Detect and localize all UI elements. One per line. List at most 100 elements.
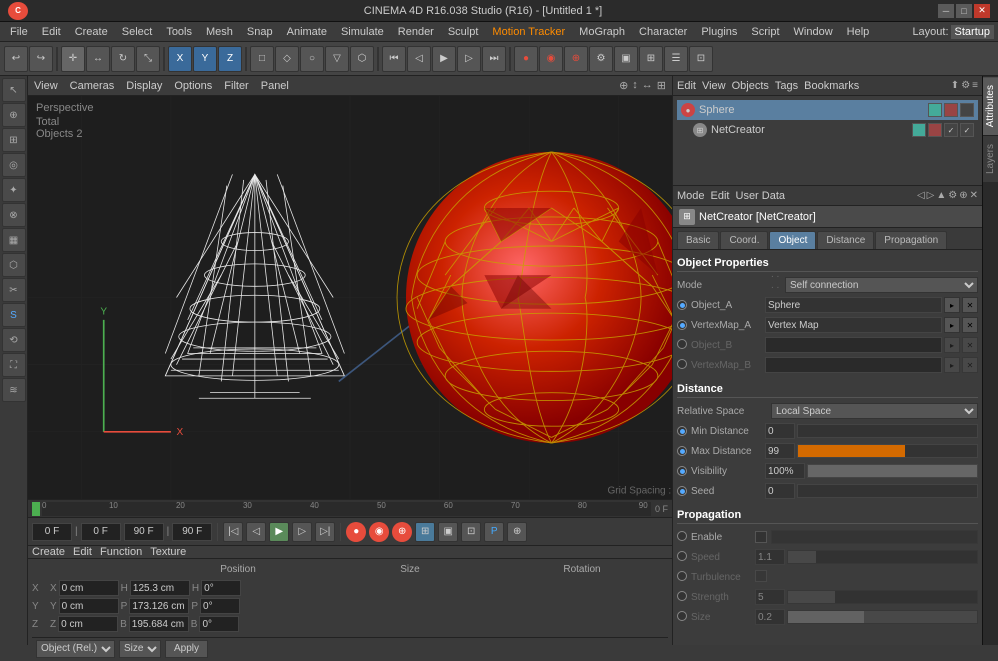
vertexmapa-clear-button[interactable]: ✕ xyxy=(962,317,978,333)
menu-select[interactable]: Select xyxy=(116,24,159,40)
attr-icon-3[interactable]: ▲ xyxy=(936,190,946,201)
play-end-button[interactable]: ⏭ xyxy=(482,46,506,72)
attr-icon-2[interactable]: ▷ xyxy=(927,190,935,201)
viewport-menu-display[interactable]: Display xyxy=(126,80,162,92)
ob-function[interactable]: Function xyxy=(100,546,142,558)
size-input[interactable] xyxy=(755,609,785,625)
pb-go-end[interactable]: ▷| xyxy=(315,522,335,542)
viewport-menu-panel[interactable]: Panel xyxy=(261,80,289,92)
menu-snap[interactable]: Snap xyxy=(241,24,279,40)
viewport-menu-options[interactable]: Options xyxy=(174,80,212,92)
current-frame-input[interactable] xyxy=(32,523,72,541)
objectb-pick-button[interactable]: ▸ xyxy=(944,337,960,353)
coord-mode-select[interactable]: Object (Rel.) xyxy=(36,640,115,658)
radio-dot-objectb[interactable] xyxy=(677,339,687,349)
create-button-2[interactable]: ◇ xyxy=(275,46,299,72)
lt-btn-12[interactable]: ⛶ xyxy=(2,353,26,377)
radio-dot-objecta[interactable] xyxy=(677,300,687,310)
render-btn-1[interactable]: ● xyxy=(514,46,538,72)
viewport-canvas[interactable]: Perspective Total Objects 2 xyxy=(28,96,672,499)
objecta-input[interactable] xyxy=(765,297,942,313)
rb-edit[interactable]: Edit xyxy=(677,80,696,92)
pb-record-btn-2[interactable]: ◉ xyxy=(369,522,389,542)
attr-tab-basic[interactable]: Basic xyxy=(677,231,719,249)
attr-icon-1[interactable]: ◁ xyxy=(917,190,925,201)
pb-next-frame[interactable]: ▷ xyxy=(292,522,312,542)
pb-play-forward[interactable]: ▶ xyxy=(269,522,289,542)
coord-apply-button[interactable]: Apply xyxy=(165,640,208,658)
mindistance-input[interactable] xyxy=(765,423,795,439)
lt-btn-1[interactable]: ↖ xyxy=(2,78,26,102)
net-cb-4[interactable]: ✓ xyxy=(960,123,974,137)
coord-y-size-input[interactable] xyxy=(129,598,189,614)
attr-mode[interactable]: Mode xyxy=(677,190,705,202)
redo-button[interactable]: ↪ xyxy=(29,46,53,72)
coord-x-size-input[interactable] xyxy=(130,580,190,596)
maxdistance-slider[interactable] xyxy=(797,444,978,458)
lt-btn-4[interactable]: ◎ xyxy=(2,153,26,177)
vn-btn-3[interactable]: ↔ xyxy=(642,79,653,92)
axis-y-button[interactable]: Y xyxy=(193,46,217,72)
obj-item-netcreator[interactable]: ⊞ NetCreator ✓ ✓ xyxy=(677,120,978,140)
attr-icon-6[interactable]: ✕ xyxy=(970,190,978,201)
viewport-menu-view[interactable]: View xyxy=(34,80,58,92)
strength-input[interactable] xyxy=(755,589,785,605)
relativespace-select[interactable]: Local Space xyxy=(771,403,978,419)
coord-z-rot-input[interactable] xyxy=(199,616,239,632)
rb-icon-1[interactable]: ⬆ xyxy=(951,80,959,91)
sphere-cb-2[interactable] xyxy=(944,103,958,117)
lt-btn-13[interactable]: ≋ xyxy=(2,378,26,402)
minimize-button[interactable]: ─ xyxy=(938,4,954,18)
enable-checkbox[interactable] xyxy=(755,531,767,543)
end-frame-input[interactable] xyxy=(124,523,164,541)
render-btn-5[interactable]: ▣ xyxy=(614,46,638,72)
create-button-5[interactable]: ⬡ xyxy=(350,46,374,72)
layout-value[interactable]: Startup xyxy=(951,25,994,39)
menu-plugins[interactable]: Plugins xyxy=(695,24,743,40)
vertexmapa-pick-button[interactable]: ▸ xyxy=(944,317,960,333)
rb-icon-3[interactable]: ≡ xyxy=(972,80,978,91)
menu-window[interactable]: Window xyxy=(788,24,839,40)
menu-character[interactable]: Character xyxy=(633,24,693,40)
coord-z-pos-input[interactable] xyxy=(58,616,118,632)
radio-dot-strength[interactable] xyxy=(677,591,687,601)
radio-dot-vertexmapa[interactable] xyxy=(677,320,687,330)
coord-x-rot-input[interactable] xyxy=(201,580,241,596)
render-btn-4[interactable]: ⚙ xyxy=(589,46,613,72)
turbulence-checkbox[interactable] xyxy=(755,570,767,582)
menu-mesh[interactable]: Mesh xyxy=(200,24,239,40)
attr-edit[interactable]: Edit xyxy=(711,190,730,202)
pb-mode-btn[interactable]: ▣ xyxy=(438,522,458,542)
close-button[interactable]: ✕ xyxy=(974,4,990,18)
maximize-button[interactable]: □ xyxy=(956,4,972,18)
render-btn-8[interactable]: ⊡ xyxy=(689,46,713,72)
menu-tools[interactable]: Tools xyxy=(160,24,198,40)
menu-script[interactable]: Script xyxy=(745,24,785,40)
sphere-cb-3[interactable] xyxy=(960,103,974,117)
menu-motion-tracker[interactable]: Motion Tracker xyxy=(486,24,571,40)
coord-x-pos-input[interactable] xyxy=(59,580,119,596)
pb-extra-btn-2[interactable]: ⊕ xyxy=(507,522,527,542)
vertexmapb-clear-button[interactable]: ✕ xyxy=(962,357,978,373)
side-tab-layers[interactable]: Layers xyxy=(983,135,998,182)
rb-bookmarks[interactable]: Bookmarks xyxy=(804,80,859,92)
play-forward-button[interactable]: ▶ xyxy=(432,46,456,72)
mode-select[interactable]: Self connection xyxy=(785,277,978,293)
menu-edit[interactable]: Edit xyxy=(36,24,67,40)
lt-btn-10[interactable]: S xyxy=(2,303,26,327)
timeline-track[interactable]: 0 10 20 30 40 50 60 70 80 90 xyxy=(42,502,651,516)
coord-y-rot-input[interactable] xyxy=(200,598,240,614)
objecta-pick-button[interactable]: ▸ xyxy=(944,297,960,313)
attr-tab-coord[interactable]: Coord. xyxy=(720,231,768,249)
menu-render[interactable]: Render xyxy=(392,24,440,40)
start-frame-input[interactable] xyxy=(81,523,121,541)
rb-icon-2[interactable]: ⚙ xyxy=(961,80,970,91)
lt-btn-11[interactable]: ⟲ xyxy=(2,328,26,352)
coord-y-pos-input[interactable] xyxy=(59,598,119,614)
menu-sculpt[interactable]: Sculpt xyxy=(442,24,485,40)
timeline-playhead[interactable] xyxy=(32,502,40,516)
objectb-clear-button[interactable]: ✕ xyxy=(962,337,978,353)
rb-view[interactable]: View xyxy=(702,80,726,92)
net-cb-1[interactable] xyxy=(912,123,926,137)
vn-btn-2[interactable]: ↕ xyxy=(632,79,638,92)
